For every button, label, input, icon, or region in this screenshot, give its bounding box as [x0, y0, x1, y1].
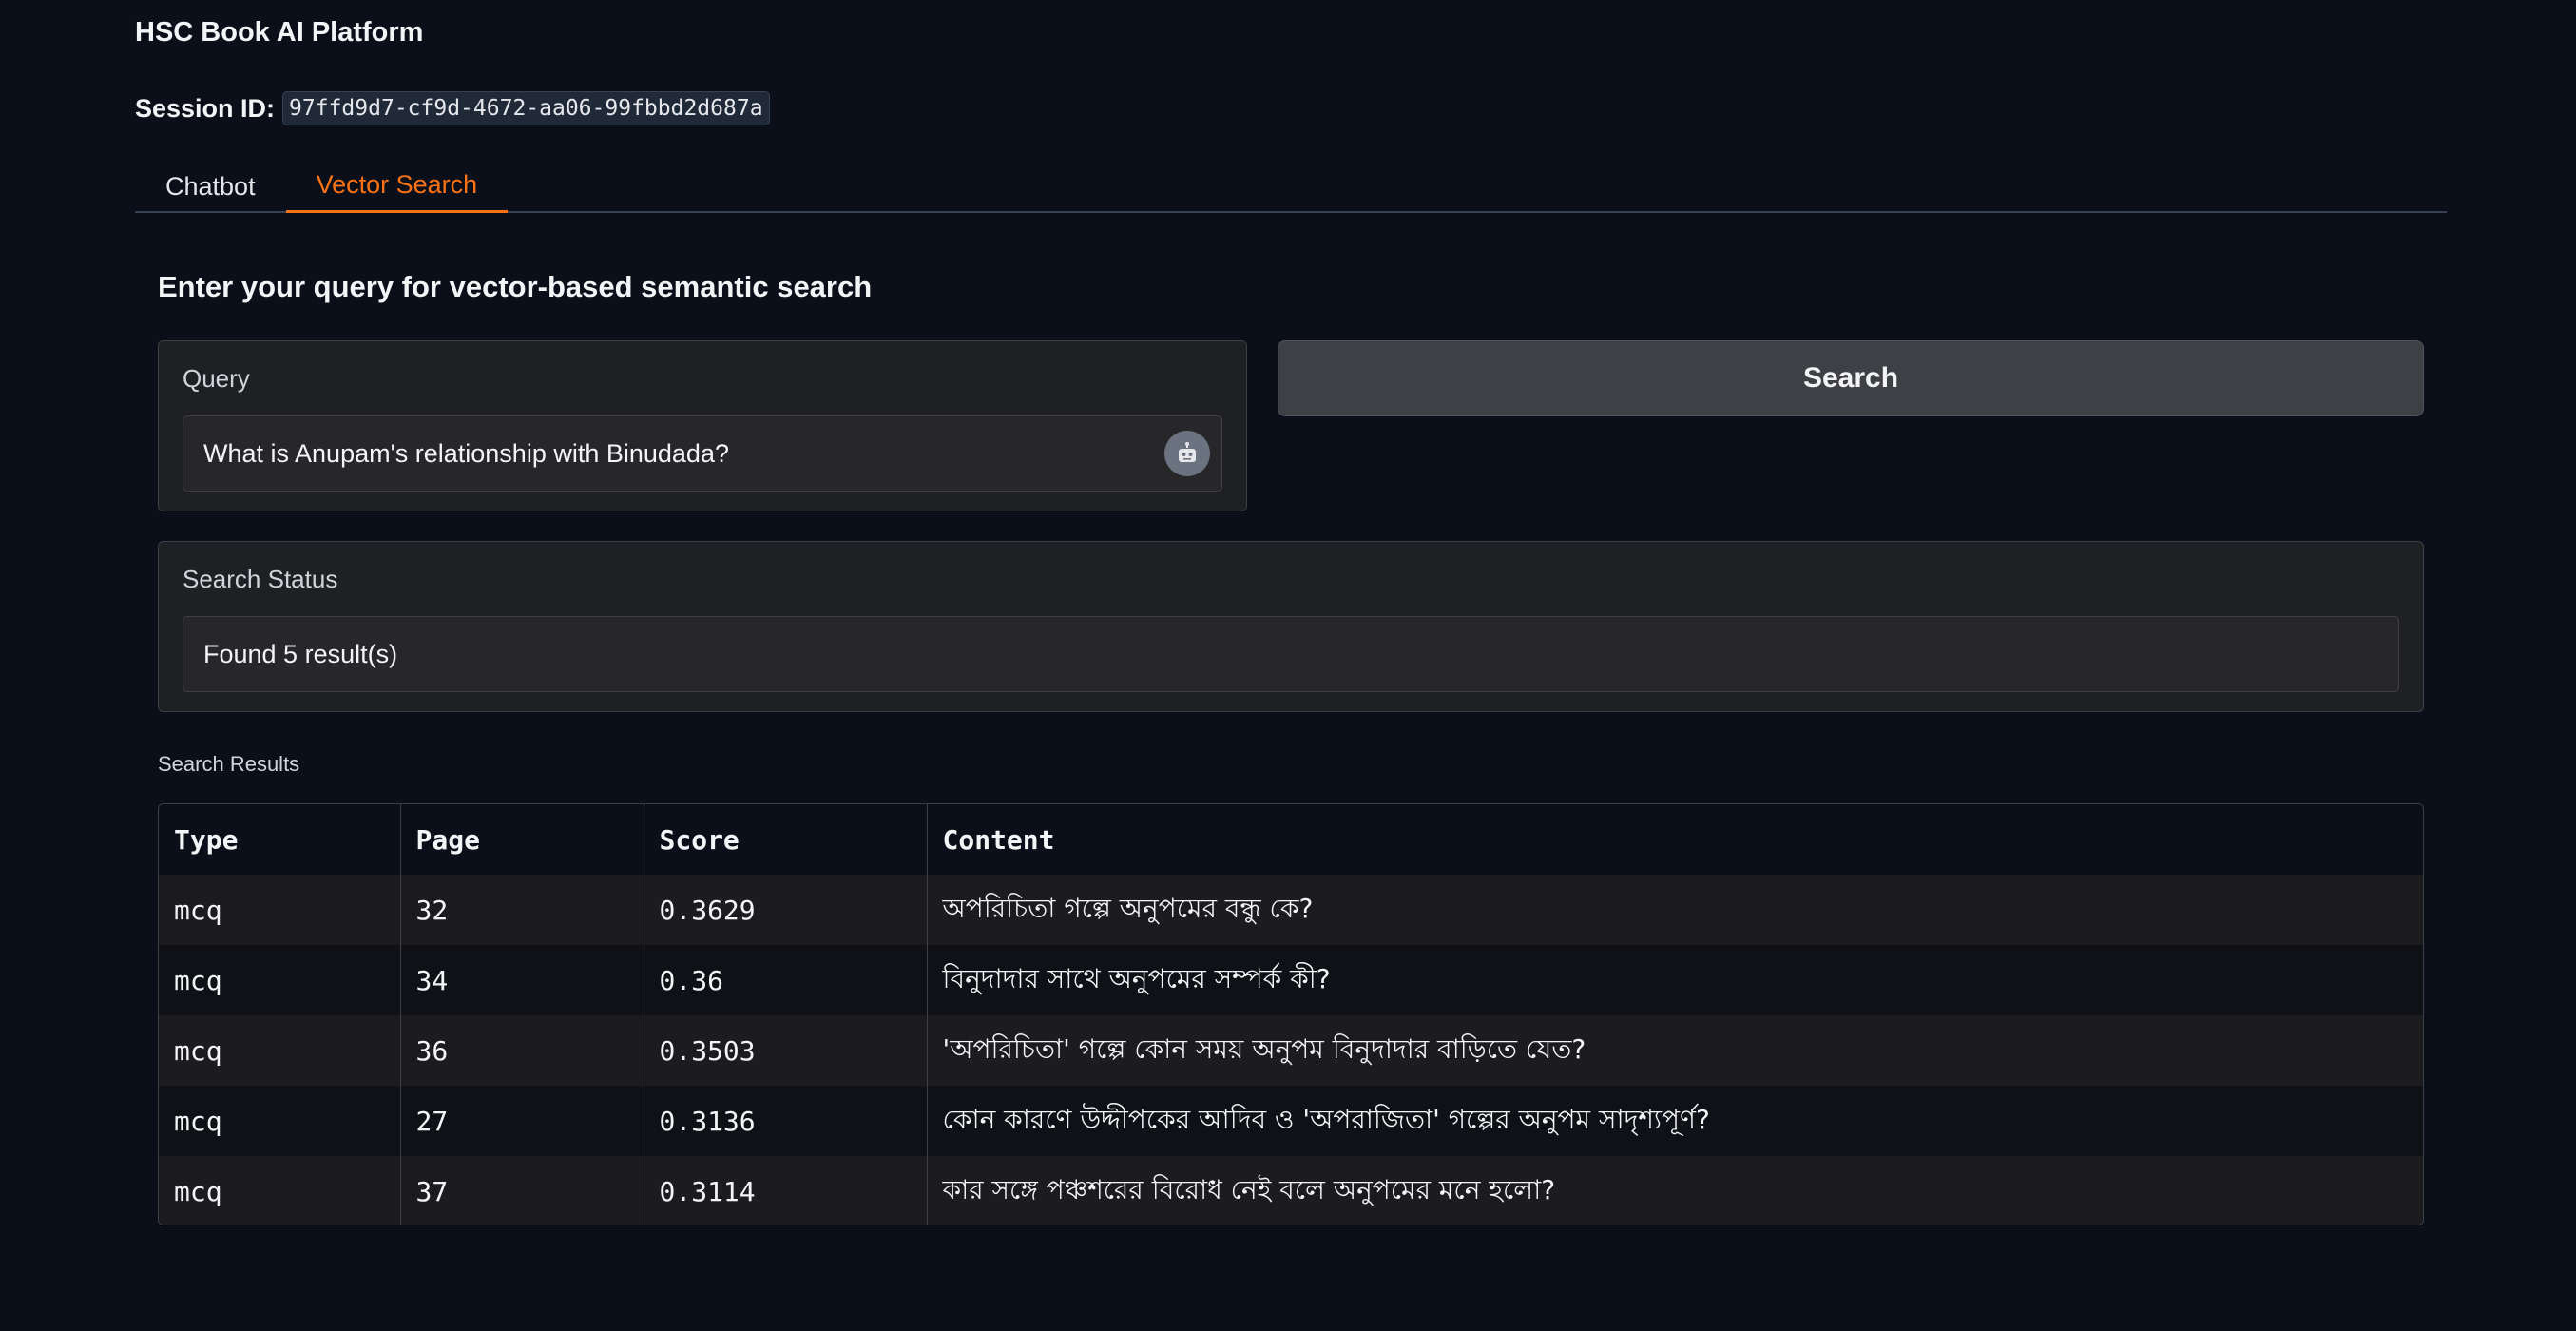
cell-content[interactable]: কার সঙ্গে পঞ্চশরের বিরোধ নেই বলে অনুপমের… [927, 1156, 2423, 1225]
table-row: mcq 34 0.36 বিনুদাদার সাথে অনুপমের সম্পর… [159, 945, 2423, 1015]
search-results-label: Search Results [158, 752, 300, 776]
cell-content[interactable]: অপরিচিতা গল্পে অনুপমের বন্ধু কে? [927, 875, 2423, 945]
search-status-value: Found 5 result(s) [183, 616, 2399, 692]
cell-page[interactable]: 27 [400, 1086, 644, 1156]
query-label: Query [183, 364, 250, 393]
cell-page[interactable]: 36 [400, 1015, 644, 1086]
cell-score[interactable]: 0.3114 [644, 1156, 928, 1225]
app-title: HSC Book AI Platform [135, 17, 424, 48]
query-input[interactable] [183, 416, 1221, 491]
cell-score[interactable]: 0.3629 [644, 875, 928, 945]
tab-chatbot[interactable]: Chatbot [135, 160, 286, 213]
column-header-score[interactable]: Score [644, 804, 928, 875]
session-row: Session ID: 97ffd9d7-cf9d-4672-aa06-99fb… [135, 91, 770, 125]
cell-type[interactable]: mcq [159, 945, 401, 1015]
tab-bar: Chatbot Vector Search [135, 160, 2447, 213]
cell-content[interactable]: 'অপরিচিতা' গল্পে কোন সময় অনুপম বিনুদাদা… [927, 1015, 2423, 1086]
table-row: mcq 32 0.3629 অপরিচিতা গল্পে অনুপমের বন্… [159, 875, 2423, 945]
query-input-wrap [183, 415, 1222, 492]
query-box: Query [158, 340, 1247, 511]
cell-content[interactable]: বিনুদাদার সাথে অনুপমের সম্পর্ক কী? [927, 945, 2423, 1015]
table-header-row: Type Page Score Content [159, 804, 2423, 875]
table-row: mcq 37 0.3114 কার সঙ্গে পঞ্চশরের বিরোধ ন… [159, 1156, 2423, 1225]
column-header-page[interactable]: Page [400, 804, 644, 875]
session-label: Session ID: [135, 93, 276, 123]
panel-heading: Enter your query for vector-based semant… [158, 270, 873, 303]
robot-icon[interactable] [1164, 431, 1210, 476]
cell-page[interactable]: 37 [400, 1156, 644, 1225]
cell-type[interactable]: mcq [159, 1086, 401, 1156]
app-container: HSC Book AI Platform Session ID: 97ffd9d… [135, 0, 2447, 1331]
search-status-label: Search Status [183, 565, 338, 593]
session-id: 97ffd9d7-cf9d-4672-aa06-99fbbd2d687a [282, 91, 770, 125]
cell-content[interactable]: কোন কারণে উদ্দীপকের আদিব ও 'অপরাজিতা' গল… [927, 1086, 2423, 1156]
results-table-wrap: Type Page Score Content mcq 32 0.3629 অপ… [158, 803, 2424, 1225]
search-button[interactable]: Search [1278, 340, 2424, 416]
cell-page[interactable]: 34 [400, 945, 644, 1015]
column-header-type[interactable]: Type [159, 804, 401, 875]
table-row: mcq 36 0.3503 'অপরিচিতা' গল্পে কোন সময় … [159, 1015, 2423, 1086]
cell-score[interactable]: 0.36 [644, 945, 928, 1015]
column-header-content[interactable]: Content [927, 804, 2423, 875]
cell-type[interactable]: mcq [159, 1015, 401, 1086]
cell-type[interactable]: mcq [159, 875, 401, 945]
cell-type[interactable]: mcq [159, 1156, 401, 1225]
table-row: mcq 27 0.3136 কোন কারণে উদ্দীপকের আদিব ও… [159, 1086, 2423, 1156]
tab-vector-search[interactable]: Vector Search [285, 160, 509, 213]
cell-score[interactable]: 0.3136 [644, 1086, 928, 1156]
results-table: Type Page Score Content mcq 32 0.3629 অপ… [159, 804, 2423, 1225]
cell-score[interactable]: 0.3503 [644, 1015, 928, 1086]
cell-page[interactable]: 32 [400, 875, 644, 945]
search-status-box: Search Status Found 5 result(s) [158, 541, 2424, 712]
